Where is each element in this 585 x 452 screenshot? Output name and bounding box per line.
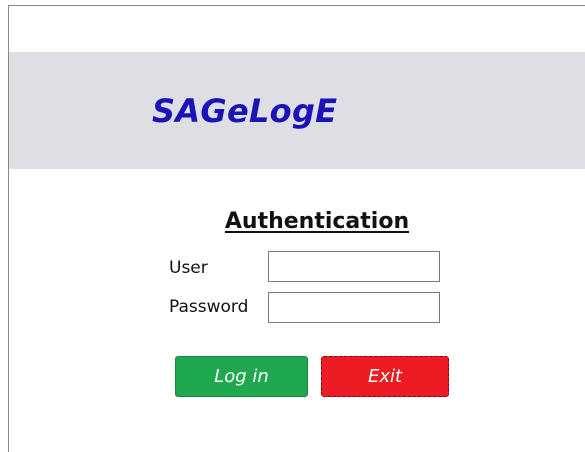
password-input[interactable] xyxy=(268,292,440,323)
password-label: Password xyxy=(169,297,249,317)
login-button[interactable]: Log in xyxy=(175,356,308,397)
user-label: User xyxy=(169,258,208,278)
exit-button[interactable]: Exit xyxy=(321,356,449,397)
authentication-heading: Authentication xyxy=(224,209,410,234)
user-input[interactable] xyxy=(268,251,440,282)
header-banner: SAGeLogE xyxy=(9,52,585,169)
app-logo-text: SAGeLogE xyxy=(152,92,338,130)
login-window: SAGeLogE Authentication User Password Lo… xyxy=(8,5,585,452)
